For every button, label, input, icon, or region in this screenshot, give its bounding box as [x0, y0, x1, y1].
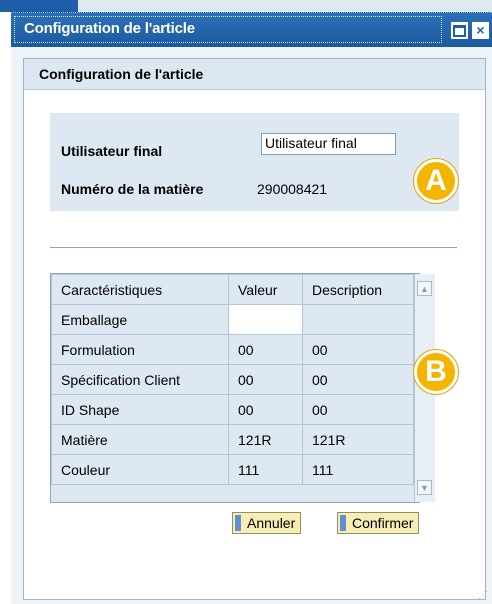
callout-badge-b: B: [414, 350, 458, 394]
characteristics-table: Caractéristiques Valeur Description Emba…: [50, 273, 435, 503]
cell-value-input[interactable]: [228, 304, 303, 335]
config-panel: Configuration de l'article Utilisateur f…: [23, 58, 486, 600]
table-row: ID Shape 00 00: [51, 394, 414, 425]
column-header-description[interactable]: Description: [302, 274, 414, 305]
callout-badge-a: A: [414, 159, 458, 203]
confirm-button[interactable]: Confirmer: [337, 512, 420, 534]
panel-title: Configuration de l'article: [39, 66, 204, 82]
window-title: Configuration de l'article: [24, 20, 195, 37]
divider: [50, 247, 457, 248]
column-header-characteristics[interactable]: Caractéristiques: [51, 274, 229, 305]
cell-characteristic: Spécification Client: [51, 364, 229, 395]
table-row: Emballage: [51, 304, 414, 335]
cell-description: 111: [302, 454, 414, 485]
title-bar[interactable]: Configuration de l'article ×: [11, 12, 492, 47]
panel-header: Configuration de l'article: [24, 59, 485, 90]
cell-characteristic: Emballage: [51, 304, 229, 335]
background-tab: [0, 0, 78, 12]
config-dialog: Configuration de l'article × Configurati…: [11, 12, 492, 604]
user-label: Utilisateur final: [61, 143, 163, 159]
cell-description: [302, 304, 414, 335]
cell-description: 00: [302, 334, 414, 365]
maximize-icon[interactable]: [451, 22, 468, 39]
material-value: 290008421: [257, 181, 328, 197]
cell-characteristic: Matière: [51, 424, 229, 455]
cell-value[interactable]: 00: [228, 364, 303, 395]
cell-characteristic: Couleur: [51, 454, 229, 485]
column-header-value[interactable]: Valeur: [228, 274, 303, 305]
close-icon[interactable]: ×: [472, 22, 489, 39]
cell-characteristic: ID Shape: [51, 394, 229, 425]
cell-description: 00: [302, 364, 414, 395]
cancel-button[interactable]: Annuler: [232, 512, 302, 534]
info-box: Utilisateur final Utilisateur final Numé…: [50, 113, 459, 211]
scroll-up-icon[interactable]: ▲: [417, 281, 432, 296]
cell-description: 121R: [302, 424, 414, 455]
cell-value[interactable]: 111: [228, 454, 303, 485]
table-row: Couleur 111 111: [51, 454, 414, 485]
background-strip: [0, 0, 492, 12]
table-row: Matière 121R 121R: [51, 424, 414, 455]
material-label: Numéro de la matière: [61, 181, 204, 197]
scroll-down-icon[interactable]: ▼: [417, 480, 432, 495]
cell-value[interactable]: 00: [228, 394, 303, 425]
cell-characteristic: Formulation: [51, 334, 229, 365]
cell-description: 00: [302, 394, 414, 425]
table-header-row: Caractéristiques Valeur Description: [51, 274, 414, 305]
table-row: Formulation 00 00: [51, 334, 414, 365]
cell-value[interactable]: 00: [228, 334, 303, 365]
resize-grip-icon[interactable]: ⋰: [478, 590, 488, 601]
table-row: Spécification Client 00 00: [51, 364, 414, 395]
user-dropdown[interactable]: Utilisateur final: [261, 133, 396, 155]
cell-value[interactable]: 121R: [228, 424, 303, 455]
